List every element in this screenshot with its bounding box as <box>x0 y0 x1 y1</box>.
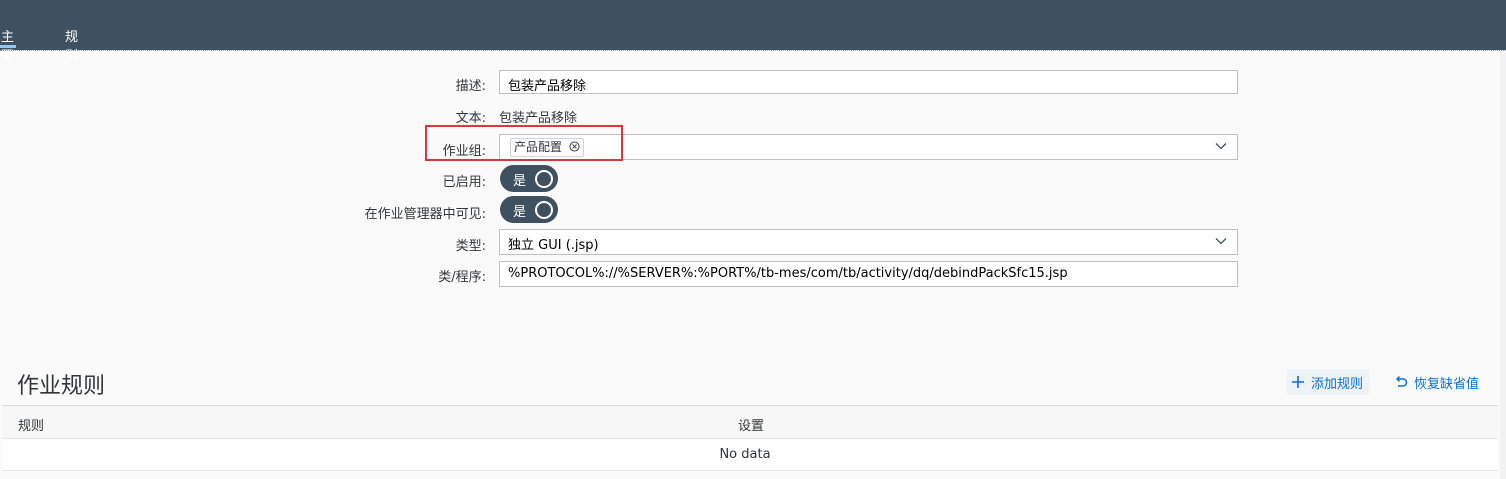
visible-switch-text: 是 <box>513 205 527 220</box>
visible-label: 在作业管理器中可见: <box>364 207 486 222</box>
visible-switch[interactable]: 是 <box>500 196 558 223</box>
text-value: 包装产品移除 <box>499 111 578 126</box>
description-label: 描述: <box>455 79 486 94</box>
undo-icon <box>1395 375 1408 387</box>
enabled-label: 已启用: <box>442 175 486 190</box>
tab-rules[interactable]: 规则 <box>65 26 78 64</box>
chevron-down-icon[interactable] <box>1215 236 1227 246</box>
switch-knob <box>535 201 553 219</box>
restore-defaults-label: 恢复缺省值 <box>1414 376 1480 392</box>
column-header-settings: 设置 <box>738 419 765 434</box>
column-header-rule: 规则 <box>18 419 45 434</box>
rules-section-title: 作业规则 <box>17 374 106 399</box>
class-value: %PROTOCOL%://%SERVER%:%PORT%/tb-mes/com/… <box>508 266 1068 281</box>
description-value: 包装产品移除 <box>508 79 587 94</box>
header-divider <box>0 50 1506 52</box>
restore-defaults-button[interactable]: 恢复缺省值 <box>1394 369 1479 395</box>
add-rule-button[interactable]: 添加规则 <box>1287 369 1370 395</box>
class-input[interactable]: %PROTOCOL%://%SERVER%:%PORT%/tb-mes/com/… <box>499 261 1238 287</box>
text-label: 文本: <box>455 111 486 126</box>
class-label: 类/程序: <box>438 270 486 285</box>
no-data-text: No data <box>719 447 771 462</box>
enabled-switch[interactable]: 是 <box>500 165 558 192</box>
type-label: 类型: <box>455 239 486 254</box>
highlight-annotation <box>425 125 623 161</box>
tab-main[interactable]: 主要 <box>0 26 17 64</box>
rules-table-body: No data <box>2 439 1498 471</box>
shell-header <box>0 0 1506 50</box>
plus-icon <box>1292 376 1304 388</box>
enabled-switch-text: 是 <box>513 174 527 189</box>
switch-knob <box>535 170 553 188</box>
add-rule-label: 添加规则 <box>1311 376 1364 392</box>
type-value: 独立 GUI (.jsp) <box>508 238 599 253</box>
description-input[interactable]: 包装产品移除 <box>499 70 1238 94</box>
type-select[interactable]: 独立 GUI (.jsp) <box>499 229 1238 255</box>
rules-table-header: 规则 设置 <box>2 406 1498 439</box>
chevron-down-icon[interactable] <box>1215 141 1227 151</box>
vertical-scrollbar[interactable] <box>1500 52 1506 479</box>
